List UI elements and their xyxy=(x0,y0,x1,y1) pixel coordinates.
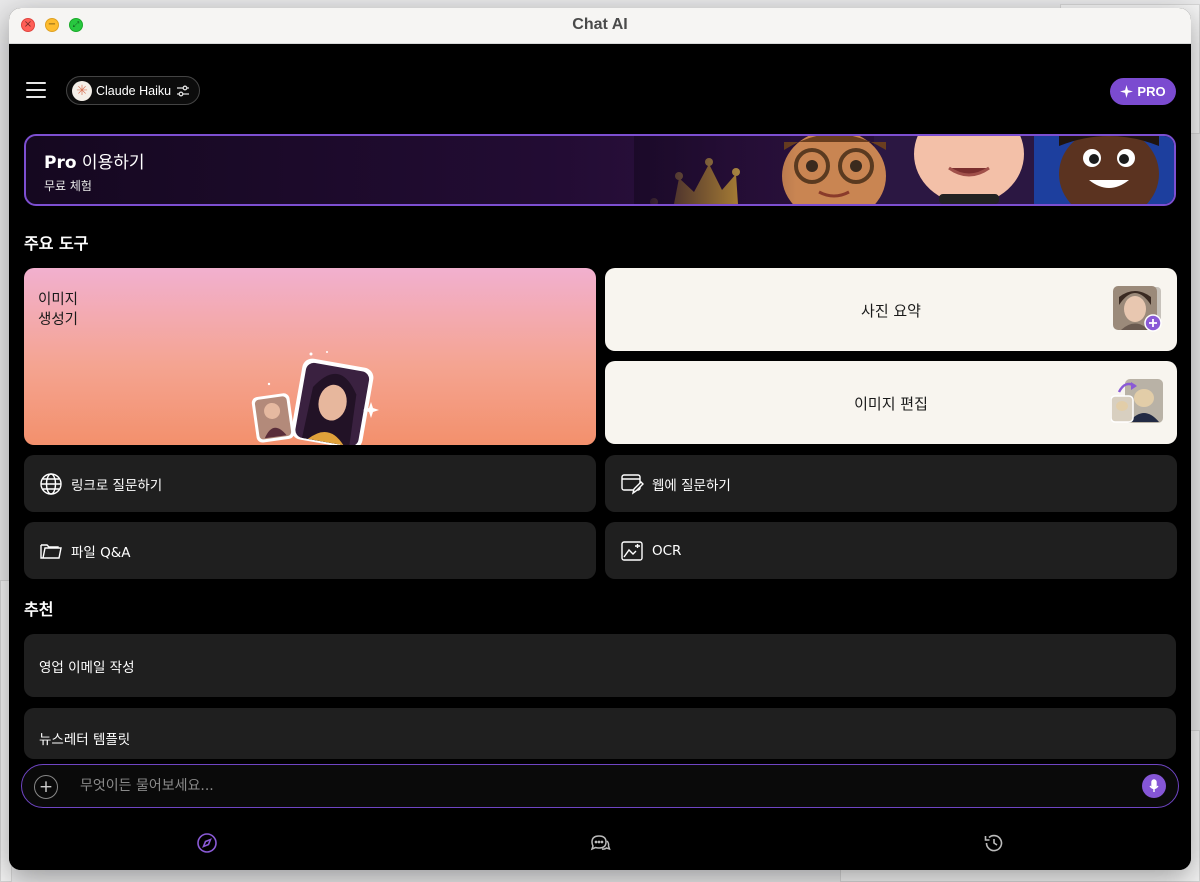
menu-button[interactable] xyxy=(26,82,46,98)
photo-summary-card[interactable]: 사진 요약 xyxy=(605,268,1177,351)
sparkle-icon xyxy=(1120,85,1134,98)
image-scan-icon xyxy=(621,540,643,561)
banner-subtitle: 무료 체험 xyxy=(44,179,92,193)
image-edit-label: 이미지 편집 xyxy=(854,395,928,413)
globe-icon xyxy=(40,472,62,495)
ask-web-label: 웹에 질문하기 xyxy=(652,477,731,494)
ocr-card[interactable]: OCR xyxy=(605,522,1177,579)
model-name: Claude Haiku xyxy=(96,83,172,98)
image-edit-thumbnail-icon xyxy=(1111,379,1163,423)
ask-link-label: 링크로 질문하기 xyxy=(71,477,163,494)
generated-portrait-illustration xyxy=(251,351,379,445)
recommend-item[interactable]: 뉴스레터 템플릿 xyxy=(24,708,1176,759)
main-content: ✳ Claude Haiku PRO Pro 이용하기 무료 체험 주요 도구 … xyxy=(9,44,1191,870)
voice-button[interactable] xyxy=(1142,774,1166,798)
history-icon xyxy=(984,834,1003,852)
plus-icon: + xyxy=(38,776,54,797)
file-qa-label: 파일 Q&A xyxy=(71,544,131,561)
portrait-thumbnail-icon xyxy=(1113,286,1162,332)
ask-link-card[interactable]: 링크로 질문하기 xyxy=(24,455,596,512)
file-qa-card[interactable]: 파일 Q&A xyxy=(24,522,596,579)
chat-bubbles-icon xyxy=(590,835,611,851)
memoji-illustration xyxy=(634,136,1174,204)
app-window: × − ⤢ Chat AI ✳ Claude Haiku PRO Pro 이용하… xyxy=(9,8,1191,870)
tab-explore[interactable] xyxy=(194,830,220,856)
tools-section-title: 주요 도구 xyxy=(24,234,89,253)
tab-history[interactable] xyxy=(981,830,1007,856)
banner-title: Pro 이용하기 xyxy=(44,148,145,173)
ask-web-card[interactable]: 웹에 질문하기 xyxy=(605,455,1177,512)
window-title: Chat AI xyxy=(572,16,628,33)
sliders-icon xyxy=(177,85,190,96)
tab-chat[interactable] xyxy=(587,830,613,856)
browser-edit-icon xyxy=(621,473,644,495)
ocr-label: OCR xyxy=(652,542,682,559)
recommend-item[interactable]: 영업 이메일 작성 xyxy=(24,634,1176,697)
image-edit-card[interactable]: 이미지 편집 xyxy=(605,361,1177,444)
chat-input[interactable] xyxy=(80,771,1120,801)
hamburger-icon xyxy=(26,82,46,84)
claude-logo-icon: ✳ xyxy=(72,80,92,101)
image-generator-card[interactable]: 이미지 생성기 xyxy=(24,268,596,445)
pro-label: PRO xyxy=(1137,84,1166,99)
banner-title-bold: Pro xyxy=(44,153,77,173)
hamburger-icon-line xyxy=(26,96,46,98)
recommend-section-title: 추천 xyxy=(24,600,54,619)
banner-title-rest: 이용하기 xyxy=(76,153,145,173)
microphone-icon xyxy=(1149,779,1159,792)
model-selector[interactable]: ✳ Claude Haiku xyxy=(66,76,201,105)
chat-input-bar: + xyxy=(21,764,1179,808)
hamburger-icon-line xyxy=(26,89,46,91)
bottom-tab-bar xyxy=(9,820,1191,870)
title-bar: × − ⤢ Chat AI xyxy=(9,8,1191,44)
folder-icon xyxy=(40,543,62,559)
pro-banner[interactable]: Pro 이용하기 무료 체험 xyxy=(24,134,1176,206)
pro-button[interactable]: PRO xyxy=(1110,78,1176,105)
attach-button[interactable]: + xyxy=(34,775,58,799)
photo-summary-label: 사진 요약 xyxy=(861,302,921,320)
compass-icon xyxy=(197,833,217,853)
image-generator-label: 이미지 생성기 xyxy=(38,292,79,328)
